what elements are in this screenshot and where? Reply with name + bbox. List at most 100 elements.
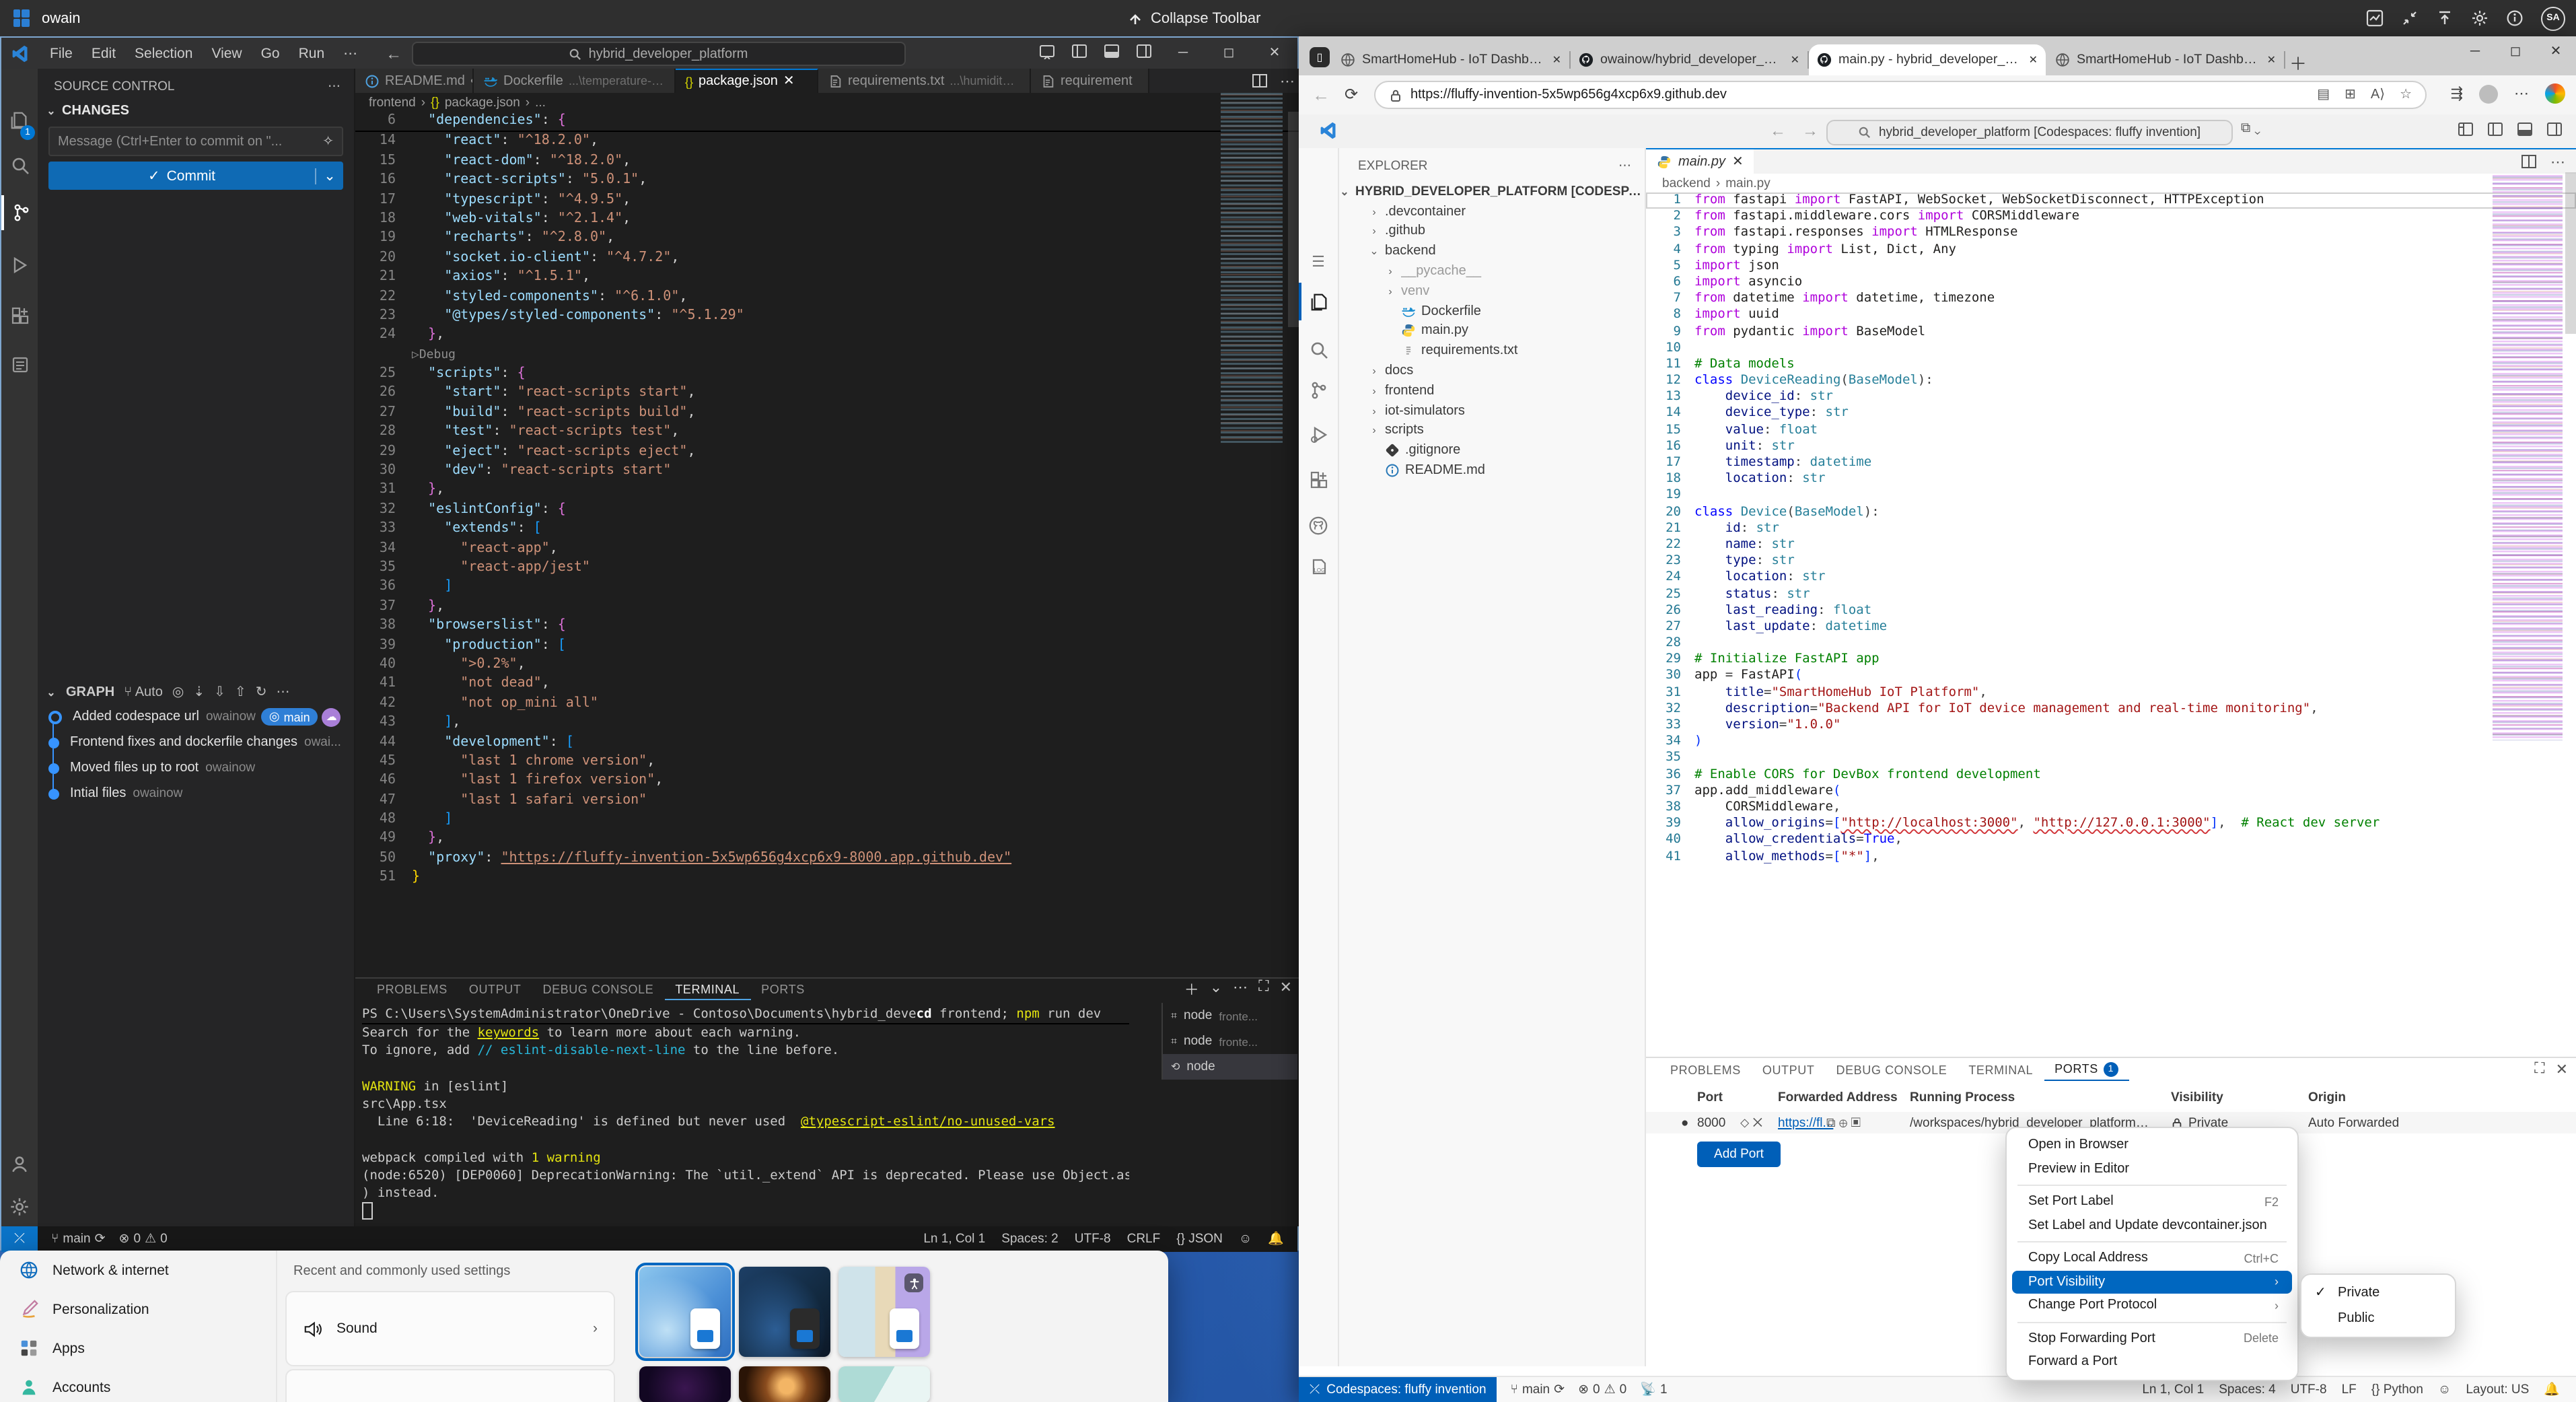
browser-tab-4[interactable]: SmartHomeHub - IoT Dashboard✕ [2047,44,2284,75]
menu-⋯[interactable]: ⋯ [334,45,367,61]
panel-tab-problems[interactable]: PROBLEMS [1659,1058,1752,1081]
breadcrumb[interactable]: frontend› {} package.json› ... [355,93,1300,112]
theme-thumbnail-purple[interactable] [639,1366,731,1402]
submenu-item-public[interactable]: Public [2301,1306,2455,1331]
tree-item-iot-simulators[interactable]: ›iot-simulators [1339,401,1645,421]
fetch-icon[interactable]: ⇣ [193,685,205,700]
maximize-button[interactable]: ◻ [1206,38,1252,69]
feedback-icon[interactable]: ☺ [2438,1382,2451,1397]
keyboard-layout[interactable]: Layout: US [2466,1382,2529,1397]
tab-package-json[interactable]: {}package.json✕ [676,69,818,93]
minimize-button[interactable]: ─ [1160,38,1206,69]
menu-item-port-visibility[interactable]: Port Visibility› [2012,1270,2292,1294]
profile-avatar[interactable] [2479,84,2498,103]
bell-icon[interactable]: 🔔 [1268,1232,1284,1247]
explorer-icon[interactable]: 1 [1,102,38,137]
close-tab-icon[interactable]: ✕ [1791,54,1799,66]
more-actions-icon[interactable]: ⋯ [276,685,289,700]
language-mode[interactable]: {} Python [2371,1382,2423,1397]
browser-tab-3[interactable]: main.py - hybrid_developer_platfo✕ [1809,44,2046,75]
menu-item-stop-forwarding-port[interactable]: Stop Forwarding PortDelete [2012,1327,2292,1350]
branch-badge[interactable]: ◎ main [261,708,318,726]
theme-thumbnail-candle[interactable] [739,1366,830,1402]
project-root-row[interactable]: ⌄ HYBRID_DEVELOPER_PLATFORM [CODESPACES:… [1339,182,1645,202]
read-aloud-icon[interactable]: A⟩ [2371,87,2385,102]
maximize-panel-icon[interactable]: ⛶ [2534,1061,2544,1078]
refresh-icon[interactable]: ↻ [256,685,267,700]
tab-main-py[interactable]: main.py ✕ [1646,149,1754,174]
extensions-icon[interactable] [1299,462,1338,499]
performance-icon[interactable] [2366,9,2384,27]
menu-run[interactable]: Run [289,45,334,61]
cursor-position[interactable]: Ln 1, Col 1 [923,1232,985,1247]
toggle-secondary-sidebar-icon[interactable] [2546,121,2563,137]
settings-nav-accounts[interactable]: Accounts [0,1368,269,1402]
maximize-button[interactable]: ◻ [2495,36,2536,69]
more-menu-icon[interactable]: ⋯ [2514,85,2529,102]
collapse-toolbar-button[interactable]: Collapse Toolbar [1128,10,1261,26]
menu-edit[interactable]: Edit [82,45,125,61]
branch-indicator[interactable]: ⑂ main ⟳ [51,1232,106,1247]
source-control-icon[interactable] [1299,372,1338,409]
tab-dockerfile[interactable]: Dockerfile...\temperature-sensor [474,69,676,93]
theme-thumbnail-light[interactable] [639,1267,731,1357]
close-tab-icon[interactable]: ✕ [783,74,795,89]
eol[interactable]: CRLF [1127,1232,1161,1247]
upload-icon[interactable] [2436,9,2454,27]
close-panel-icon[interactable]: ✕ [2556,1061,2568,1078]
menu-selection[interactable]: Selection [125,45,202,61]
forward-arrow-icon[interactable]: → [1802,121,1818,140]
close-button[interactable]: ✕ [1252,38,1297,69]
tree-item-__pycache__[interactable]: ›__pycache__ [1339,261,1645,281]
encoding[interactable]: UTF-8 [2291,1382,2327,1397]
menu-item-set-port-label[interactable]: Set Port LabelF2 [2012,1190,2292,1214]
avatar[interactable]: SA [2541,6,2565,30]
changes-section-header[interactable]: ⌄ CHANGES [38,100,354,122]
collections-add-icon[interactable]: ⊞ [2345,87,2356,102]
tree-item-requirements-txt[interactable]: requirements.txt [1339,341,1645,361]
favorite-star-icon[interactable]: ☆ [2400,87,2412,102]
commit-row[interactable]: Added codespace urlowainow◎ main☁ [38,704,355,730]
tree-item-backend[interactable]: ⌄backend [1339,242,1645,262]
menu-item-forward-a-port[interactable]: Forward a Port [2012,1350,2292,1374]
commit-row[interactable]: Intial filesowainow [38,781,355,806]
codelens-debug[interactable]: ▷Debug [355,345,1300,365]
menu-item-set-label-and-update-devcontainer-json[interactable]: Set Label and Update devcontainer.json [2012,1214,2292,1237]
chevron-down-icon[interactable]: ⌄ [1210,979,1222,1000]
submenu-item-private[interactable]: ✓Private [2301,1280,2455,1306]
panel-tab-output[interactable]: OUTPUT [1752,1058,1826,1081]
tree-item--devcontainer[interactable]: ›.devcontainer [1339,202,1645,222]
branch-indicator[interactable]: ⑂ main ⟳ [1511,1382,1565,1397]
breadcrumb[interactable]: backend› main.py [1646,174,2576,192]
tree-item-dockerfile[interactable]: Dockerfile [1339,302,1645,322]
source-control-icon[interactable] [1,195,38,230]
new-terminal-icon[interactable]: ＋ [1184,979,1199,1000]
log-icon[interactable]: LOG [1299,548,1338,586]
add-port-button[interactable]: Add Port [1697,1142,1781,1167]
menu-go[interactable]: Go [252,45,289,61]
commit-row[interactable]: Moved files up to rootowainow [38,755,355,781]
menu-view[interactable]: View [202,45,251,61]
minimap[interactable] [2493,175,2563,740]
split-editor-icon[interactable] [1252,73,1268,89]
panel-tab-ports[interactable]: PORTS [750,979,816,1000]
minimize-button[interactable]: ─ [2455,36,2495,69]
terminal-list-item[interactable]: ⟲node [1163,1054,1297,1080]
more-actions-icon[interactable]: ⋯ [2550,153,2565,170]
back-arrow-icon[interactable]: ← [1770,121,1786,140]
browser-tab-2[interactable]: owainow/hybrid_developer_platfo✕ [1571,44,1808,75]
log-icon[interactable] [1,347,38,382]
address-action-icons[interactable]: ⧉ ⊕ ▣ [1826,1112,1861,1133]
toggle-panel-icon[interactable] [1104,43,1120,59]
theme-thumbnail-teal[interactable] [838,1366,930,1402]
more-actions-icon[interactable]: ⋯ [1233,979,1248,1000]
toggle-sidebar-icon[interactable] [2487,121,2503,137]
main-py-editor[interactable]: 1from fastapi import FastAPI, WebSocket,… [1646,192,2576,865]
terminal-list-item[interactable]: ⌗nodefronte... [1163,1003,1297,1028]
terminal-output[interactable]: PS C:\Users\SystemAdministrator\OneDrive… [362,1006,1129,1223]
menu-item-preview-in-editor[interactable]: Preview in Editor [2012,1157,2292,1181]
remote-window-icon[interactable]: ⧉ ⌄ [2241,121,2260,136]
commit-message-input[interactable]: Message (Ctrl+Enter to commit on "... ✧ [48,127,343,156]
settings-card[interactable] [285,1369,615,1402]
editor-scrollbar[interactable] [2565,172,2576,334]
